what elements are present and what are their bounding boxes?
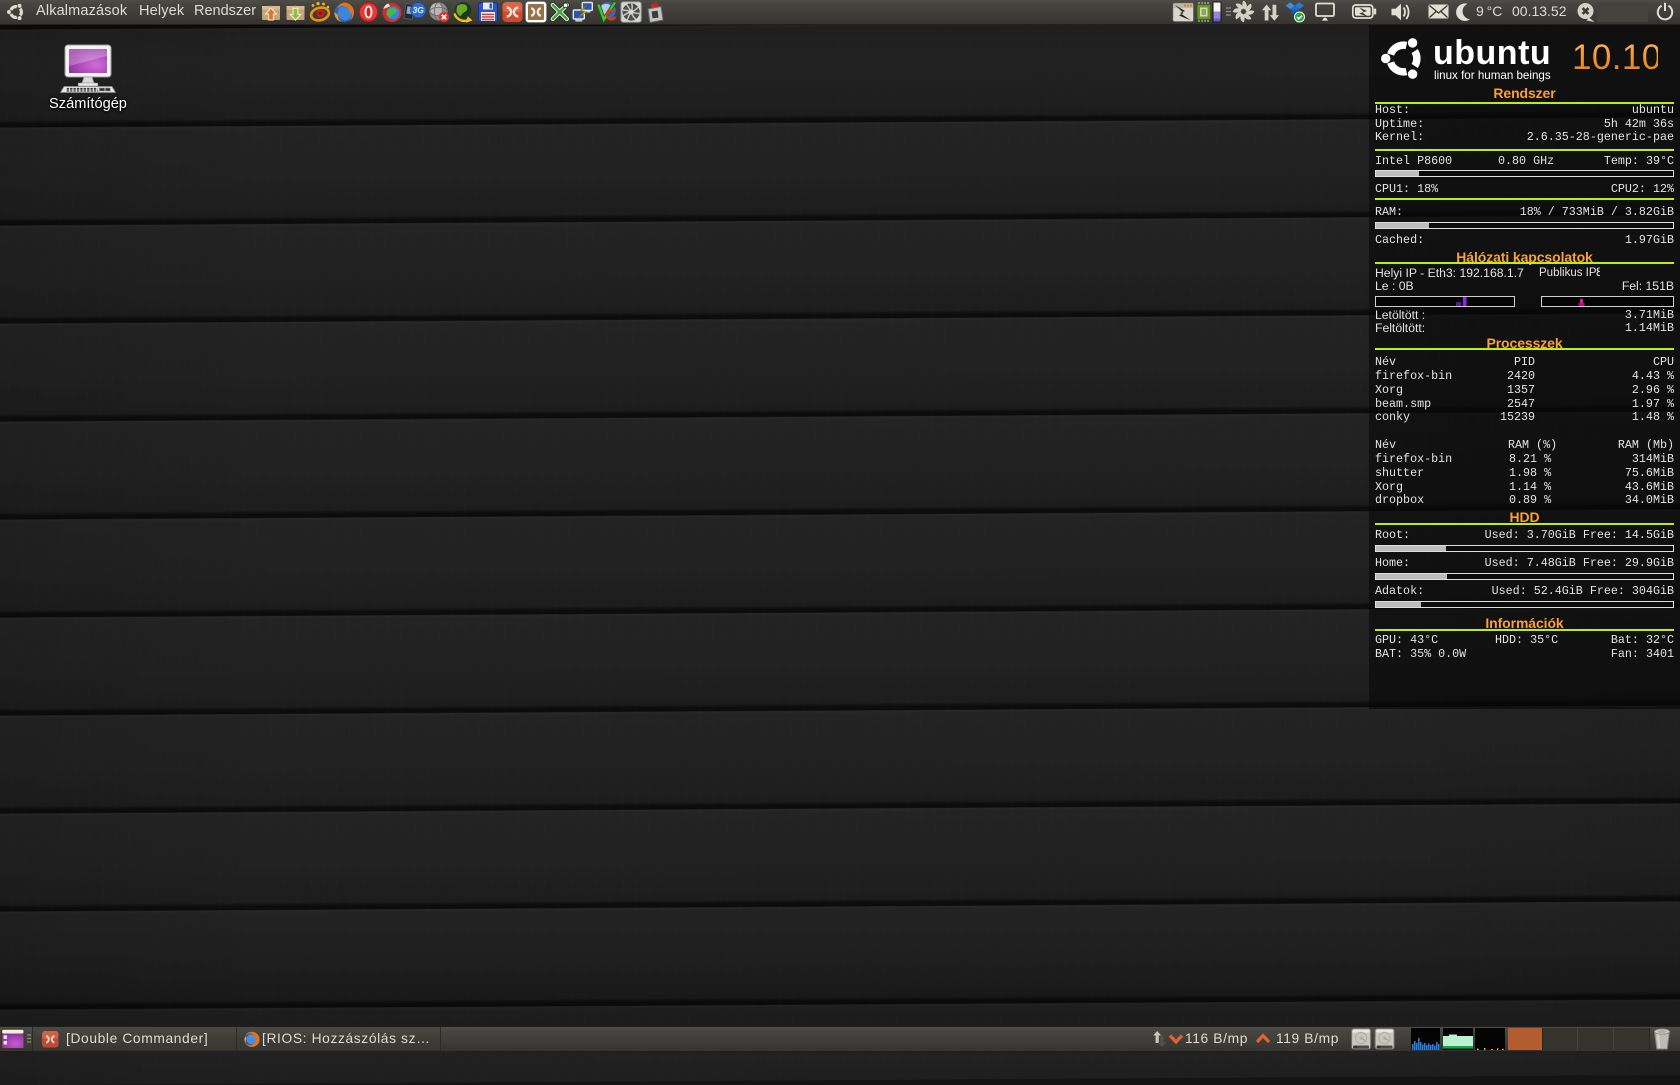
svg-text:3G: 3G (413, 5, 425, 15)
